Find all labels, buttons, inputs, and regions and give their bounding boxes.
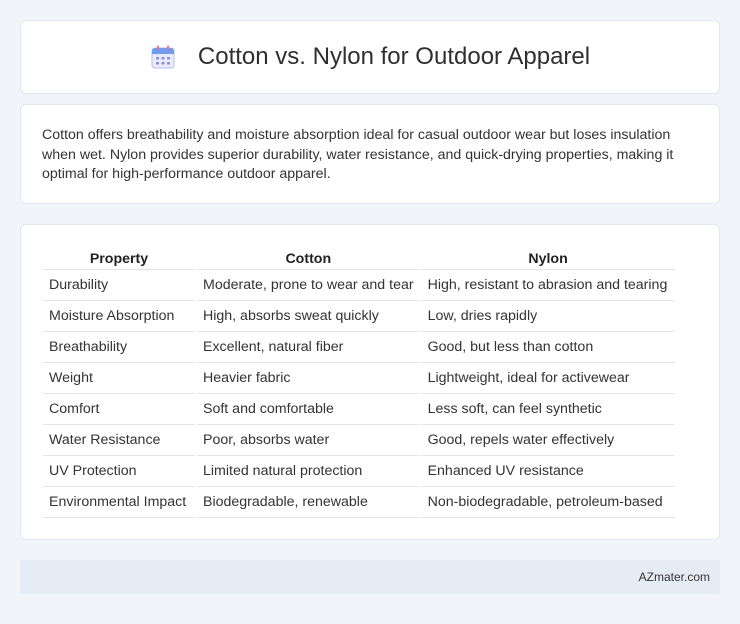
property-cell: UV Protection [43,456,195,487]
nylon-cell: Low, dries rapidly [421,301,675,332]
table-row: Weight Heavier fabric Lightweight, ideal… [43,363,675,394]
table-header-row: Property Cotton Nylon [43,247,675,270]
table-row: Comfort Soft and comfortable Less soft, … [43,394,675,425]
property-cell: Water Resistance [43,425,195,456]
column-header-nylon: Nylon [421,247,675,270]
title-card: Cotton vs. Nylon for Outdoor Apparel [20,20,720,94]
property-cell: Environmental Impact [43,487,195,518]
comparison-table: Property Cotton Nylon Durability Moderat… [41,247,677,518]
page-title: Cotton vs. Nylon for Outdoor Apparel [197,43,591,70]
property-cell: Comfort [43,394,195,425]
table-row: Water Resistance Poor, absorbs water Goo… [43,425,675,456]
property-cell: Breathability [43,332,195,363]
cotton-cell: Biodegradable, renewable [197,487,420,518]
nylon-cell: Non-biodegradable, petroleum-based [421,487,675,518]
table-row: Durability Moderate, prone to wear and t… [43,270,675,301]
property-cell: Durability [43,270,195,301]
nylon-cell: Enhanced UV resistance [421,456,675,487]
nylon-cell: Good, repels water effectively [421,425,675,456]
footer-brand[interactable]: AZmater.com [639,570,710,584]
column-header-property: Property [43,247,195,270]
cotton-cell: Soft and comfortable [197,394,420,425]
cotton-cell: Heavier fabric [197,363,420,394]
summary-card: Cotton offers breathability and moisture… [20,104,720,204]
summary-text: Cotton offers breathability and moisture… [42,127,674,182]
cotton-cell: High, absorbs sweat quickly [197,301,420,332]
property-cell: Weight [43,363,195,394]
calendar-icon [151,45,175,69]
footer: AZmater.com [20,560,720,594]
cotton-cell: Poor, absorbs water [197,425,420,456]
comparison-table-card: Property Cotton Nylon Durability Moderat… [20,224,720,540]
cotton-cell: Moderate, prone to wear and tear [197,270,420,301]
table-row: UV Protection Limited natural protection… [43,456,675,487]
column-header-cotton: Cotton [197,247,420,270]
table-row: Moisture Absorption High, absorbs sweat … [43,301,675,332]
nylon-cell: Good, but less than cotton [421,332,675,363]
nylon-cell: Less soft, can feel synthetic [421,394,675,425]
table-row: Environmental Impact Biodegradable, rene… [43,487,675,518]
nylon-cell: High, resistant to abrasion and tearing [421,270,675,301]
property-cell: Moisture Absorption [43,301,195,332]
cotton-cell: Limited natural protection [197,456,420,487]
cotton-cell: Excellent, natural fiber [197,332,420,363]
table-row: Breathability Excellent, natural fiber G… [43,332,675,363]
nylon-cell: Lightweight, ideal for activewear [421,363,675,394]
